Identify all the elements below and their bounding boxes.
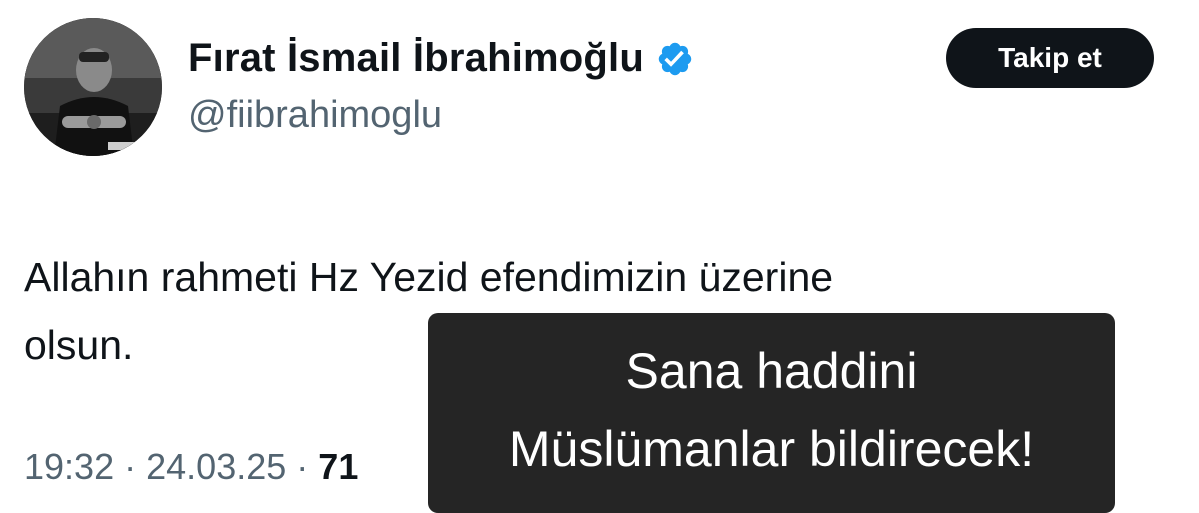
name-row: Fırat İsmail İbrahimoğlu <box>188 36 694 81</box>
follow-button[interactable]: Takip et <box>946 28 1154 88</box>
verified-badge-icon <box>656 40 694 78</box>
tweet-text-line: Allahın rahmeti Hz Yezid efendimizin üze… <box>24 254 834 300</box>
meta-separator: · <box>296 446 309 487</box>
user-handle[interactable]: @fiibrahimoglu <box>188 94 442 137</box>
profile-photo-icon <box>24 18 162 156</box>
tweet-meta: 19:32 · 24.03.25 · 71 <box>24 446 358 488</box>
meta-separator: · <box>124 446 137 487</box>
view-count: 71 <box>318 446 359 487</box>
tweet-date[interactable]: 24.03.25 <box>146 446 286 487</box>
caption-line: Müslümanlar bildirecek! <box>508 421 1035 477</box>
display-name[interactable]: Fırat İsmail İbrahimoğlu <box>188 36 644 81</box>
avatar[interactable] <box>24 18 162 156</box>
caption-line: Sana haddini <box>625 343 918 399</box>
tweet-time[interactable]: 19:32 <box>24 446 114 487</box>
